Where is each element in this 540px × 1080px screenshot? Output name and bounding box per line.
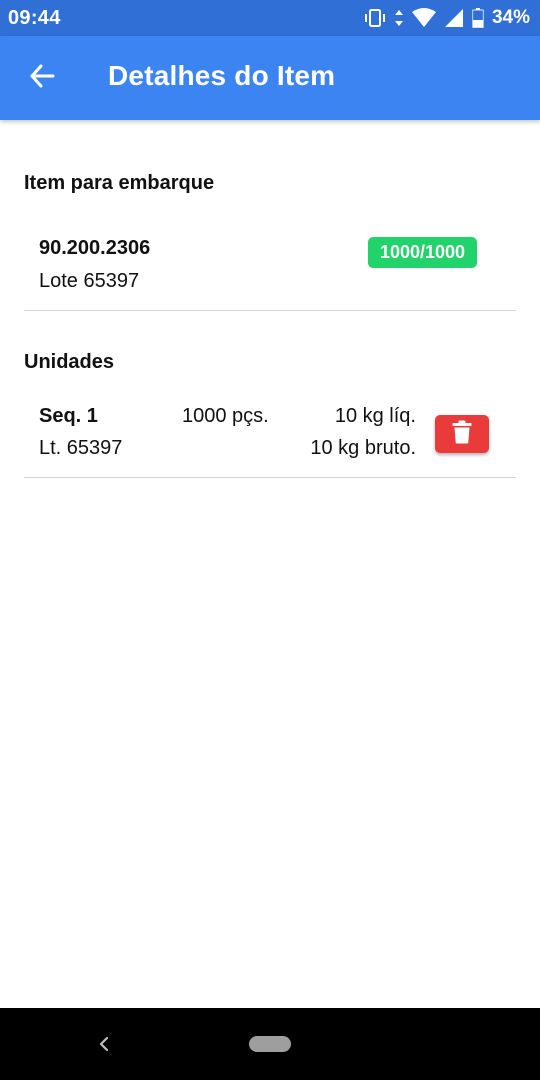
wifi-icon bbox=[411, 8, 436, 28]
status-bar: 09:44 34% bbox=[0, 0, 540, 36]
trash-icon bbox=[452, 420, 472, 449]
item-lot: Lote 65397 bbox=[39, 270, 140, 292]
unit-seq: Seq. 1 bbox=[39, 405, 98, 427]
item-section-title: Item para embarque bbox=[24, 172, 215, 194]
battery-icon bbox=[471, 8, 484, 28]
unit-lot: Lt. 65397 bbox=[39, 437, 123, 459]
divider bbox=[24, 477, 516, 478]
arrow-back-icon bbox=[28, 62, 56, 95]
page-title: Detalhes do Item bbox=[108, 60, 336, 91]
back-button[interactable] bbox=[22, 58, 62, 98]
divider bbox=[24, 310, 516, 311]
nav-back-icon[interactable] bbox=[92, 1032, 116, 1056]
data-arrows-icon bbox=[394, 8, 404, 28]
home-pill-icon[interactable] bbox=[249, 1036, 291, 1052]
delete-unit-button[interactable] bbox=[435, 415, 489, 453]
units-section-title: Unidades bbox=[24, 351, 115, 373]
item-code: 90.200.2306 bbox=[39, 237, 151, 259]
status-time: 09:44 bbox=[8, 6, 61, 29]
signal-icon bbox=[444, 8, 464, 28]
unit-quantity: 1000 pçs. bbox=[182, 405, 269, 427]
unit-net-weight: 10 kg líq. bbox=[334, 405, 416, 427]
battery-percent: 34% bbox=[491, 7, 530, 28]
status-icons: 34% bbox=[364, 7, 530, 29]
unit-gross-weight: 10 kg bruto. bbox=[310, 437, 416, 459]
vibrate-icon bbox=[364, 8, 386, 28]
app-bar: Detalhes do Item bbox=[0, 36, 540, 120]
quantity-badge: 1000/1000 bbox=[368, 237, 477, 268]
navigation-bar bbox=[0, 1008, 540, 1080]
